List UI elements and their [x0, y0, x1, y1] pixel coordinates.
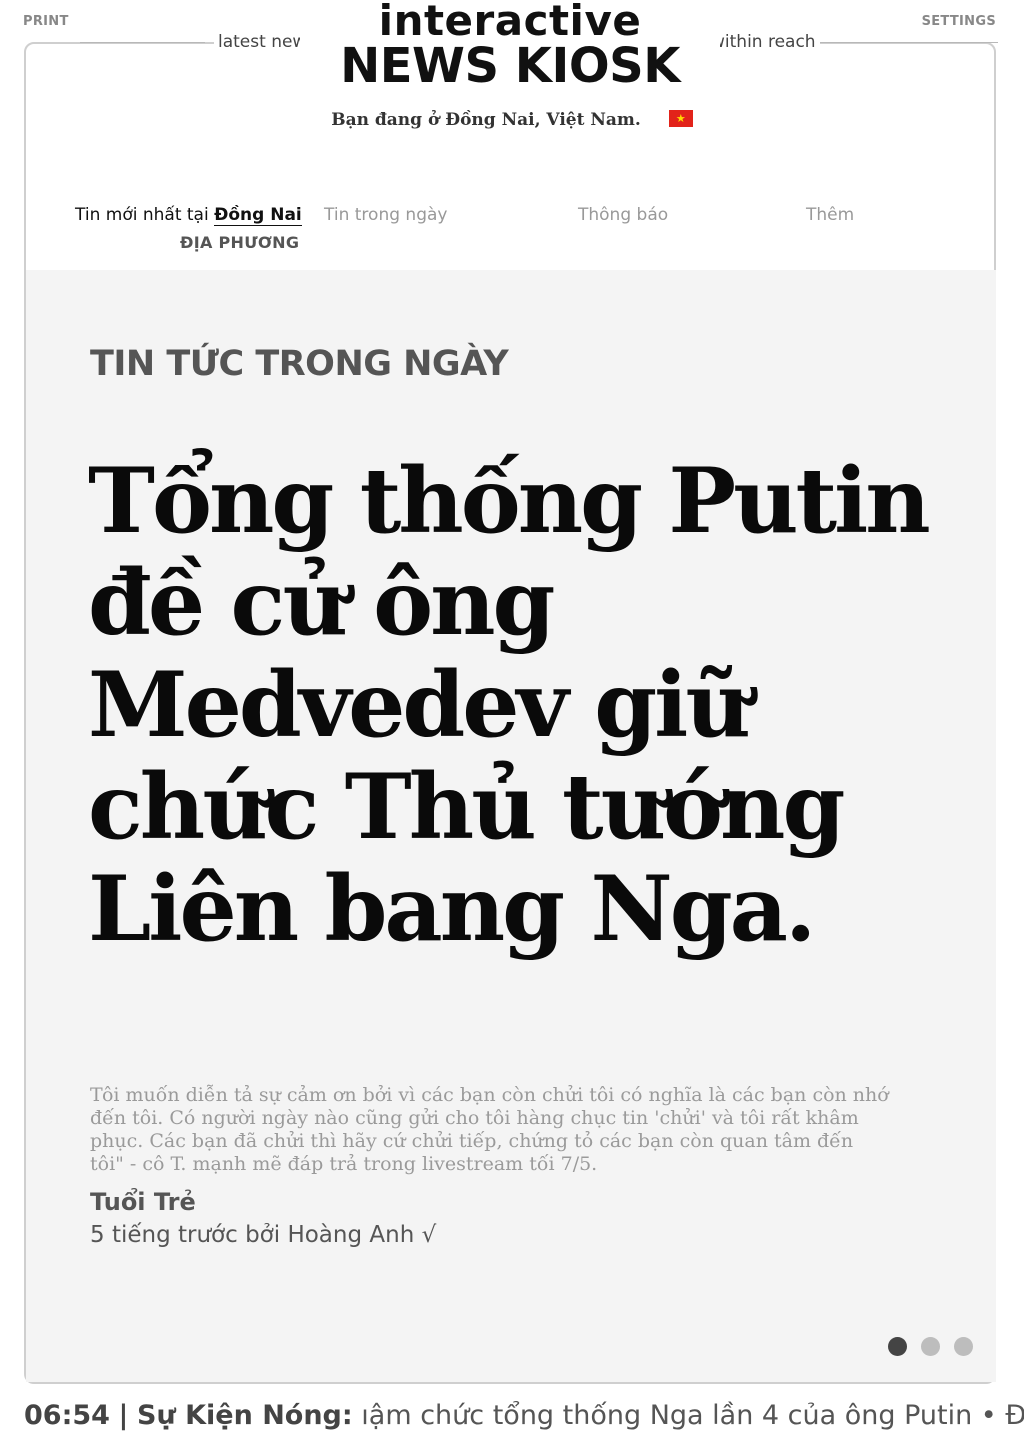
tab-local-city: Đồng Nai — [214, 205, 302, 226]
tab-local-subtitle: ĐỊA PHƯƠNG — [180, 233, 300, 252]
news-kiosk-page: PRINT SETTINGS latest news within reach … — [0, 0, 1024, 1440]
ticker-separator: | — [118, 1400, 129, 1431]
ticker-time: 06:54 — [24, 1400, 110, 1431]
section-label: TIN TỨC TRONG NGÀY — [90, 344, 509, 384]
tab-local-news[interactable]: Tin mới nhất tại Đồng Nai — [75, 205, 302, 226]
print-button[interactable]: PRINT — [23, 14, 69, 29]
carousel-dot[interactable] — [888, 1337, 907, 1356]
article-byline: 5 tiếng trước bởi Hoàng Anh √ — [90, 1222, 437, 1248]
article-headline[interactable]: Tổng thống Putin đề cử ông Medvedev giữ … — [88, 450, 931, 960]
ticker-text: ıậm chức tổng thống Nga lần 4 của ông Pu… — [361, 1400, 1024, 1431]
featured-article-card[interactable]: TIN TỨC TRONG NGÀY Tổng thống Putin đề c… — [26, 270, 996, 1382]
article-source: Tuổi Trẻ — [90, 1188, 196, 1216]
logo-line-1: interactive — [378, 0, 642, 45]
tagline-right: within reach — [707, 32, 820, 52]
tab-local-prefix: Tin mới nhất tại — [75, 205, 209, 225]
carousel-dot[interactable] — [954, 1337, 973, 1356]
breaking-news-ticker[interactable]: 06:54 | Sự Kiện Nóng: ıậm chức tổng thốn… — [24, 1400, 1024, 1440]
tab-more[interactable]: Thêm — [806, 205, 854, 225]
logo-line-2: NEWS KIOSK — [340, 38, 680, 94]
location-indicator: Bạn đang ở Đồng Nai, Việt Nam. ★ — [0, 110, 1024, 130]
site-logo[interactable]: interactive NEWS KIOSK — [300, 0, 720, 90]
tab-today[interactable]: Tin trong ngày — [324, 205, 447, 225]
carousel-dot[interactable] — [921, 1337, 940, 1356]
location-text: Bạn đang ở Đồng Nai, Việt Nam. — [331, 110, 641, 130]
ticker-label: Sự Kiện Nóng: — [137, 1400, 353, 1431]
carousel-pagination — [888, 1337, 987, 1361]
vietnam-flag-icon: ★ — [668, 110, 693, 127]
main-nav: Tin mới nhất tại Đồng Nai ĐỊA PHƯƠNG Tin… — [0, 205, 1024, 265]
article-excerpt: Tôi muốn diễn tả sự cảm ơn bởi vì các bạ… — [90, 1084, 889, 1175]
settings-button[interactable]: SETTINGS — [922, 14, 996, 29]
header-divider-left — [80, 42, 205, 43]
tab-announcements[interactable]: Thông báo — [578, 205, 668, 225]
header-divider-right — [818, 42, 998, 43]
